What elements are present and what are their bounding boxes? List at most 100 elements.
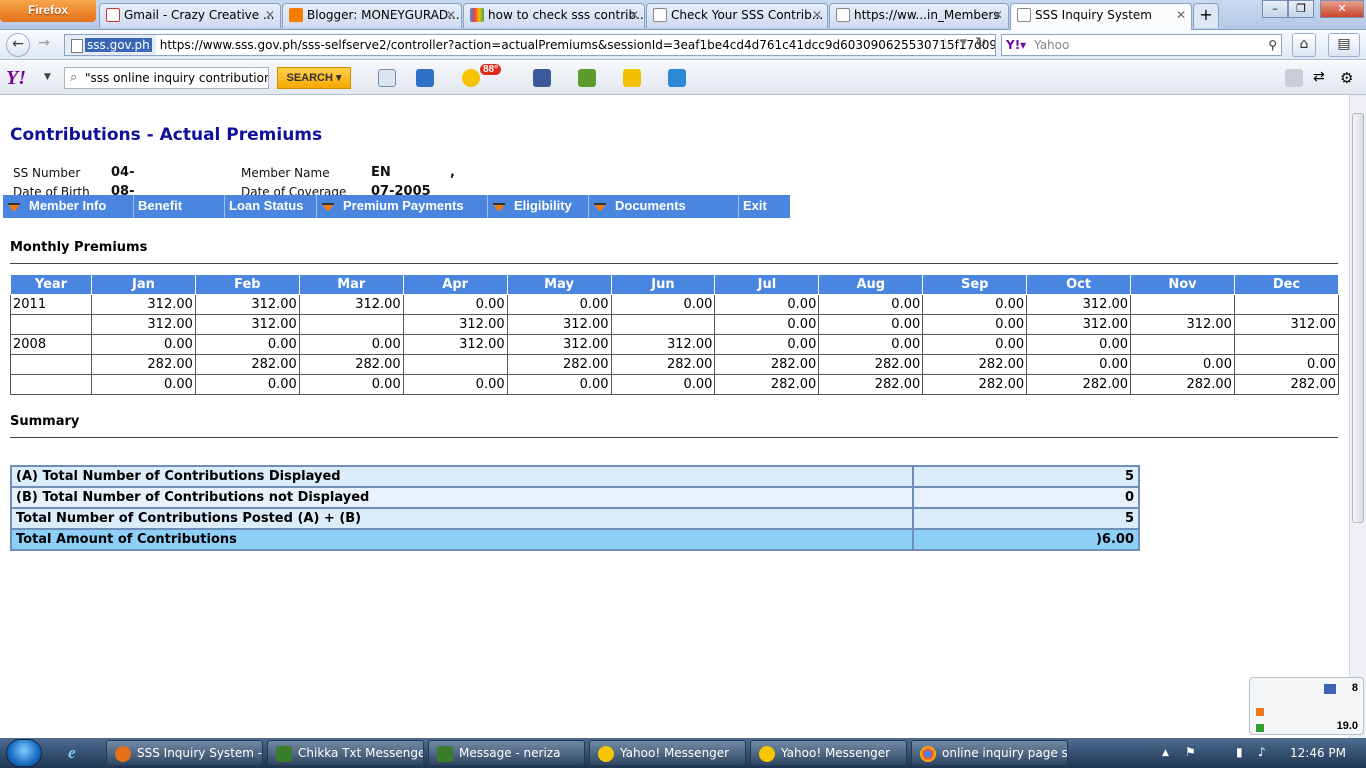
google-icon: [470, 8, 484, 22]
home-icon[interactable]: ⌂: [1292, 33, 1316, 57]
tab-blogger[interactable]: Blogger: MONEYGURAD... ✕: [282, 3, 462, 28]
firefox-menu-button[interactable]: Firefox: [0, 0, 96, 22]
maximize-button[interactable]: ❐: [1288, 0, 1314, 18]
news-icon[interactable]: [668, 69, 686, 87]
close-icon[interactable]: ✕: [265, 4, 275, 26]
menu-arrow-icon: [7, 202, 21, 211]
premium-cell: 312.00: [91, 294, 196, 315]
ss-number-label: SS Number: [13, 166, 81, 180]
premium-cell: 282.00: [714, 354, 820, 375]
yahoo-search-button[interactable]: SEARCH ▾: [277, 67, 351, 89]
summary-table: (A) Total Number of Contributions Displa…: [10, 465, 1140, 551]
premium-cell: 282.00: [1233, 374, 1340, 395]
premium-cell: 282.00: [91, 354, 196, 375]
close-icon[interactable]: ✕: [1176, 4, 1186, 26]
site-identity[interactable]: sss.gov.ph: [65, 35, 156, 55]
scrollbar-thumb[interactable]: [1352, 113, 1364, 523]
menu-eligibility[interactable]: Eligibility: [488, 195, 589, 218]
premium-cell: 0.00: [818, 314, 924, 335]
close-icon[interactable]: ✕: [629, 4, 639, 26]
back-button[interactable]: ←: [6, 33, 30, 57]
volume-icon[interactable]: ♪: [1258, 745, 1266, 759]
premium-cell: 282.00: [1026, 374, 1132, 395]
summary-value: )6.00: [913, 529, 1139, 550]
bookmarks-menu-icon[interactable]: ▤: [1328, 33, 1360, 57]
yahoo-logo[interactable]: Y!: [6, 67, 26, 90]
menu-member-info[interactable]: Member Info: [3, 195, 134, 218]
column-header: May: [506, 274, 612, 295]
tab-check-sss[interactable]: Check Your SSS Contrib... ✕: [646, 3, 828, 28]
url-bar[interactable]: sss.gov.ph https://www.sss.gov.ph/sss-sel…: [64, 34, 996, 56]
member-name-comma: ,: [450, 165, 455, 180]
premium-cell: [1130, 334, 1235, 355]
taskbar-item-chrome[interactable]: online inquiry page s...: [911, 740, 1068, 766]
menu-documents[interactable]: Documents: [589, 195, 739, 218]
url-dropdown-icon[interactable]: ▼: [960, 38, 967, 48]
premium-cell: 312.00: [298, 294, 404, 315]
facebook-icon[interactable]: [533, 69, 551, 87]
navigation-bar: ← → sss.gov.ph https://www.sss.gov.ph/sss…: [0, 30, 1366, 60]
toolbar-menu-icon[interactable]: [1285, 69, 1303, 87]
search-bar[interactable]: Y!▾ Yahoo ⚲: [1001, 34, 1282, 56]
taskbar-clock[interactable]: 12:46 PM: [1290, 738, 1346, 768]
taskbar-item-chikka[interactable]: Chikka Txt Messenger: [267, 740, 424, 766]
premium-cell: 0.00: [1233, 354, 1340, 375]
settings-gear-icon[interactable]: ⚙: [1340, 69, 1358, 87]
internet-explorer-icon[interactable]: e: [68, 743, 76, 763]
answers-icon[interactable]: [578, 69, 596, 87]
ebay-icon[interactable]: [623, 69, 641, 87]
premium-cell: 0.00: [610, 374, 716, 395]
page-tools-icon[interactable]: [378, 69, 396, 87]
tab-members[interactable]: https://ww...in_Members ✕: [829, 3, 1009, 28]
taskbar-item-firefox[interactable]: SSS Inquiry System - ...: [106, 740, 263, 766]
reload-icon[interactable]: ↻: [975, 35, 987, 51]
blogger-icon: [289, 8, 303, 22]
menu-premium-payments[interactable]: Premium Payments: [317, 195, 488, 218]
network-icon: [1324, 684, 1336, 694]
menu-loan-status[interactable]: Loan Status: [225, 195, 317, 218]
tab-google-search[interactable]: how to check sss contrib... ✕: [463, 3, 645, 28]
premium-cell: 0.00: [818, 294, 924, 315]
page-icon: [836, 8, 850, 22]
year-cell: 2011: [10, 294, 92, 315]
system-monitor-gadget[interactable]: 8 19.0: [1249, 677, 1364, 735]
premium-cell: 0.00: [922, 334, 1028, 355]
taskbar-item-message[interactable]: Message - neriza: [428, 740, 585, 766]
battery-icon[interactable]: ▮: [1236, 745, 1243, 759]
year-cell: [10, 354, 92, 375]
yahoo-search-input[interactable]: "sss online inquiry contribution": [64, 67, 269, 89]
close-icon[interactable]: ✕: [993, 4, 1003, 26]
tab-label: how to check sss contrib...: [488, 8, 645, 22]
premium-cell: 312.00: [402, 314, 508, 335]
menu-exit[interactable]: Exit: [739, 195, 790, 218]
close-icon[interactable]: ✕: [812, 4, 822, 26]
action-center-flag-icon[interactable]: ⚑: [1185, 745, 1196, 759]
divider: [10, 437, 1338, 438]
vertical-scrollbar[interactable]: [1349, 95, 1366, 738]
start-button[interactable]: [6, 739, 42, 767]
search-icon[interactable]: ⚲: [1268, 35, 1277, 55]
premium-cell: 282.00: [714, 374, 820, 395]
yahoo-menu-dropdown-icon[interactable]: ▼: [44, 72, 51, 82]
minimize-button[interactable]: –: [1262, 0, 1288, 18]
mail-icon[interactable]: [416, 69, 434, 87]
tab-sss-inquiry[interactable]: SSS Inquiry System ✕: [1010, 3, 1192, 30]
forward-button[interactable]: →: [32, 33, 56, 57]
ss-number-value: 04-: [111, 165, 135, 180]
weather-icon[interactable]: [462, 69, 480, 87]
table-row: 2008 0.00 0.00 0.00 312.00 312.00 312.00 0.00 0.…: [10, 334, 1340, 355]
taskbar-item-yahoo-messenger-2[interactable]: Yahoo! Messenger: [750, 740, 907, 766]
new-tab-button[interactable]: +: [1193, 3, 1219, 28]
taskbar-item-yahoo-messenger[interactable]: Yahoo! Messenger: [589, 740, 746, 766]
browser-tab-bar: Firefox Gmail - Crazy Creative ... ✕ Blo…: [0, 0, 1366, 30]
swap-icon[interactable]: ⇄: [1313, 69, 1331, 87]
window-close-button[interactable]: ✕: [1320, 0, 1364, 18]
column-header: Mar: [298, 274, 404, 295]
tab-gmail[interactable]: Gmail - Crazy Creative ... ✕: [99, 3, 281, 28]
summary-total-row: Total Amount of Contributions )6.00: [11, 529, 1139, 550]
menu-benefit[interactable]: Benefit: [134, 195, 225, 218]
show-hidden-icons[interactable]: ▲: [1162, 748, 1169, 758]
bookmark-star-icon[interactable]: ☆: [938, 35, 951, 53]
yahoo-engine-icon[interactable]: Y!▾: [1002, 35, 1030, 55]
close-icon[interactable]: ✕: [446, 4, 456, 26]
